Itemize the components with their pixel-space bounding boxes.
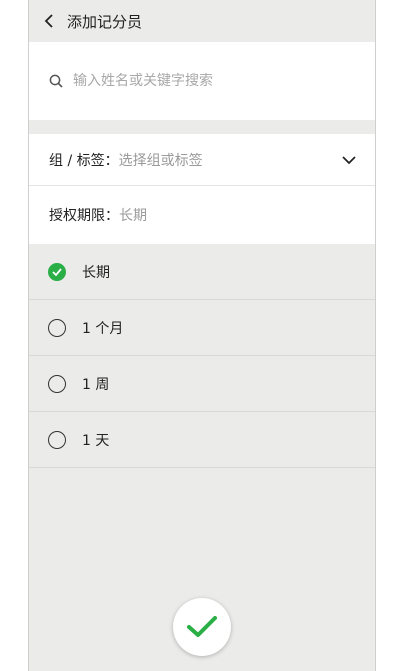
chevron-left-icon	[44, 14, 53, 28]
radio-icon	[48, 374, 66, 393]
option-one-day[interactable]: 1 天	[29, 412, 375, 468]
option-label: 1 天	[82, 432, 110, 449]
option-one-week[interactable]: 1 周	[29, 356, 375, 412]
page-title: 添加记分员	[67, 12, 143, 31]
radio-icon	[48, 318, 66, 337]
group-value: 选择组或标签	[118, 152, 203, 169]
option-label: 长期	[82, 264, 110, 281]
header-bar: 添加记分员	[29, 0, 375, 42]
option-label: 1 个月	[82, 320, 124, 337]
app-frame: 添加记分员 组 / 标签： 选择组或标签 授权期限： 长期 长期 1 个月	[28, 0, 376, 671]
search-icon	[49, 74, 63, 88]
authorization-period-row: 授权期限： 长期	[29, 186, 375, 244]
authorization-value: 长期	[119, 208, 147, 224]
search-bar	[29, 42, 375, 120]
option-long-term[interactable]: 长期	[29, 244, 375, 300]
option-label: 1 周	[82, 376, 110, 393]
radio-checked-icon	[48, 262, 66, 281]
period-options: 长期 1 个月 1 周 1 天	[29, 244, 375, 468]
confirm-button[interactable]	[173, 598, 231, 656]
option-one-month[interactable]: 1 个月	[29, 300, 375, 356]
check-icon	[187, 616, 217, 637]
back-button[interactable]	[41, 13, 57, 29]
group-label: 组 / 标签：	[49, 152, 119, 169]
chevron-down-icon	[342, 156, 356, 165]
authorization-label: 授权期限：	[49, 208, 119, 224]
radio-icon	[48, 430, 66, 449]
group-selector[interactable]: 组 / 标签： 选择组或标签	[29, 134, 375, 186]
search-input[interactable]	[71, 72, 335, 90]
section-divider	[29, 120, 375, 134]
